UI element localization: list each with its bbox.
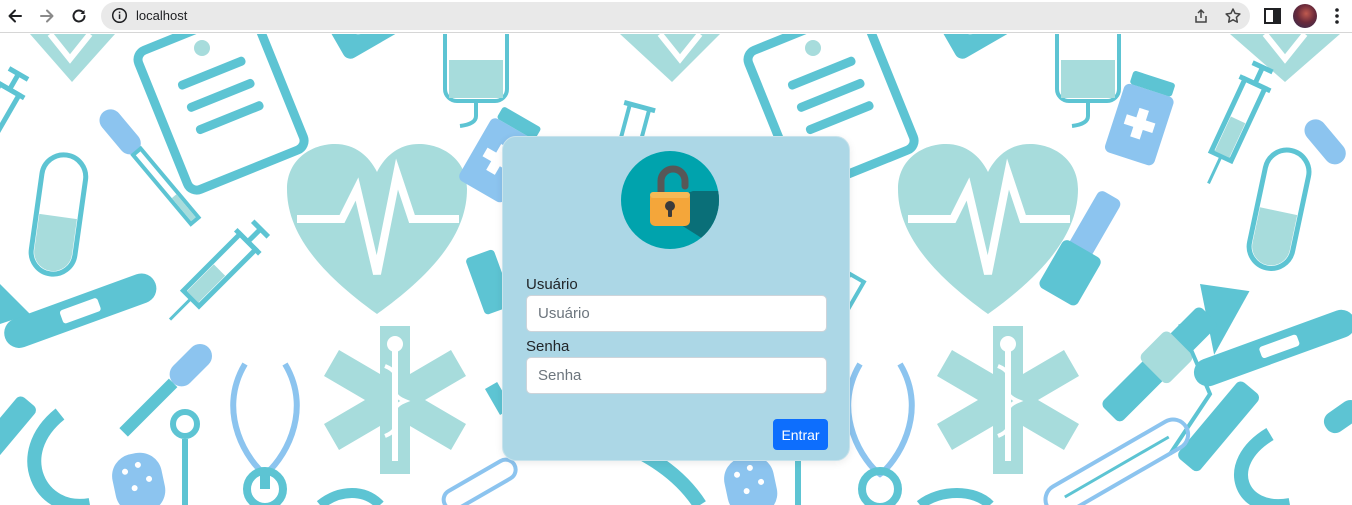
password-label: Senha: [526, 338, 570, 355]
share-icon[interactable]: [1192, 7, 1210, 25]
bookmark-star-icon[interactable]: [1224, 7, 1242, 25]
submit-button[interactable]: Entrar: [773, 419, 828, 450]
side-panel-icon[interactable]: [1263, 4, 1283, 32]
browser-toolbar: localhost: [0, 0, 1352, 33]
username-input[interactable]: [526, 295, 827, 332]
username-label: Usuário: [526, 276, 578, 293]
address-bar[interactable]: localhost: [101, 2, 1250, 30]
back-icon[interactable]: [2, 3, 28, 29]
avatar[interactable]: [1293, 4, 1317, 28]
forward-icon[interactable]: [34, 3, 60, 29]
url-text[interactable]: localhost: [136, 8, 187, 23]
unlocked-padlock-icon: [621, 151, 719, 249]
password-input[interactable]: [526, 357, 827, 394]
info-icon[interactable]: [111, 7, 128, 28]
login-card: Usuário Senha Entrar: [502, 136, 850, 461]
menu-kebab-icon[interactable]: [1330, 4, 1344, 32]
reload-icon[interactable]: [66, 3, 92, 29]
